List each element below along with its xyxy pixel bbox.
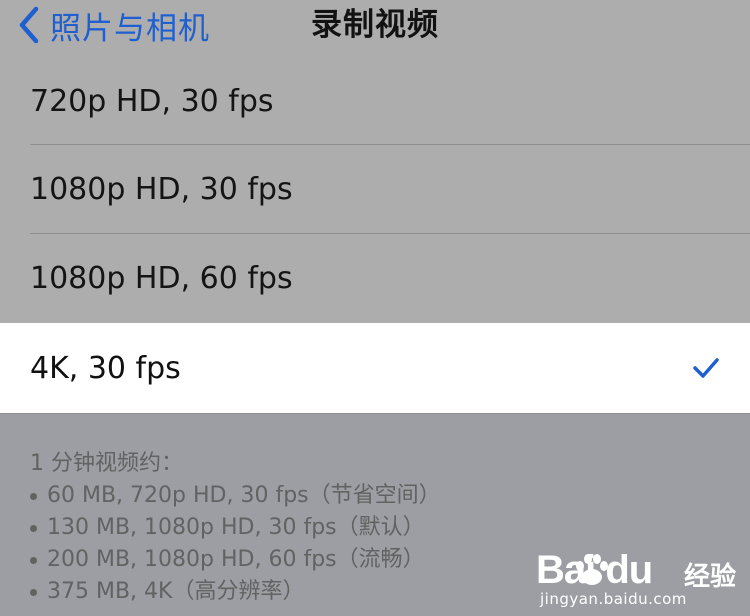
- option-1080p-60fps[interactable]: 1080p HD, 60 fps: [0, 234, 750, 323]
- watermark-url: jingyan.baidu.com: [540, 590, 687, 608]
- option-1080p-30fps[interactable]: 1080p HD, 30 fps: [0, 145, 750, 234]
- checkmark-icon: [693, 358, 719, 378]
- footer-item-text: 130 MB, 1080p HD, 30 fps（默认）: [47, 515, 425, 540]
- footer-heading: 1 分钟视频约：: [30, 451, 183, 476]
- footer-item-text: 200 MB, 1080p HD, 60 fps（流畅）: [47, 547, 425, 572]
- option-label: 1080p HD, 60 fps: [30, 261, 293, 296]
- option-4k-30fps[interactable]: 4K, 30 fps: [0, 323, 750, 414]
- page-title: 录制视频: [311, 7, 439, 43]
- bullet-icon: [30, 588, 37, 596]
- baidu-paw-icon: [576, 554, 608, 585]
- footer-item-text: 375 MB, 4K（高分辨率）: [47, 579, 305, 604]
- bullet-icon: [30, 492, 37, 500]
- option-label: 720p HD, 30 fps: [30, 83, 274, 119]
- watermark: Bai du 经验 jingyan.baidu.com: [536, 544, 736, 610]
- list-item: 60 MB, 720p HD, 30 fps（节省空间）: [30, 480, 730, 512]
- list-item: 130 MB, 1080p HD, 30 fps（默认）: [30, 512, 730, 544]
- footer-item-text: 60 MB, 720p HD, 30 fps（节省空间）: [47, 483, 441, 508]
- watermark-jingyan: 经验: [683, 562, 736, 592]
- option-label: 4K, 30 fps: [30, 350, 181, 386]
- bullet-icon: [30, 524, 37, 532]
- bullet-icon: [30, 556, 37, 564]
- option-label: 1080p HD, 30 fps: [30, 172, 293, 207]
- option-720p-30fps[interactable]: 720p HD, 30 fps: [0, 57, 750, 145]
- video-format-list: 720p HD, 30 fps 1080p HD, 30 fps 1080p H…: [0, 57, 750, 414]
